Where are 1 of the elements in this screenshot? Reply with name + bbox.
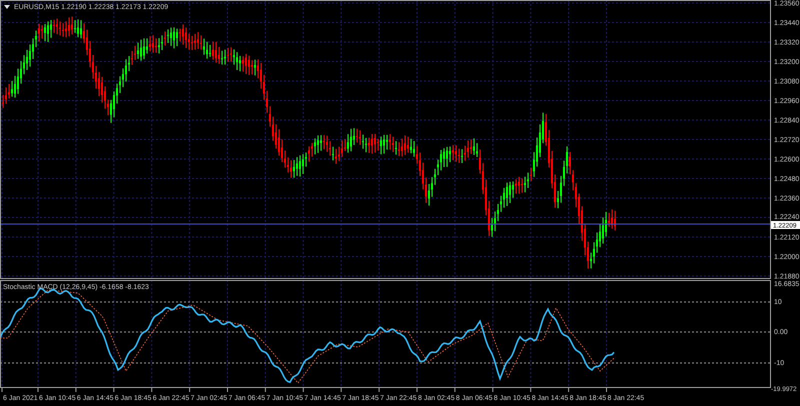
dropdown-icon[interactable] (4, 5, 10, 9)
